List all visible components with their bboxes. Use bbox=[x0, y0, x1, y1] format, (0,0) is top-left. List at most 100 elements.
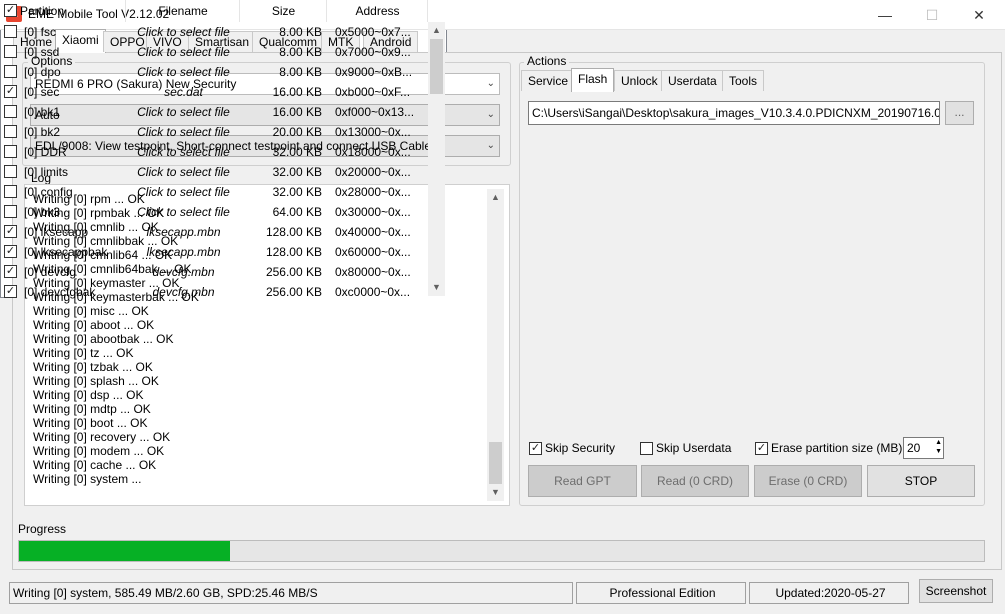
table-row[interactable]: [0] bk1 Click to select file 16.00 KB 0xf00… bbox=[0, 102, 428, 122]
table-row[interactable]: [0] dpo Click to select file 8.00 KB 0x9000… bbox=[0, 62, 428, 82]
table-row[interactable]: ✓ [0] lksecapp lksecapp.mbn 128.00 KB 0x4000… bbox=[0, 222, 428, 242]
table-row[interactable]: ✓ [0] devcfgbak devcfg.mbn 256.00 KB 0xc0000… bbox=[0, 282, 428, 302]
table-scroll-thumb[interactable] bbox=[430, 39, 443, 94]
row-checkbox[interactable] bbox=[4, 45, 17, 58]
row-checkbox[interactable] bbox=[4, 145, 17, 158]
filename-cell[interactable]: Click to select file bbox=[127, 182, 240, 202]
browse-button[interactable]: ... bbox=[945, 101, 974, 125]
partition-name: [0] sec bbox=[24, 85, 60, 99]
chevron-down-icon: ⌄ bbox=[486, 109, 495, 120]
header-size[interactable]: Size bbox=[241, 0, 327, 22]
subtab-service[interactable]: Service bbox=[521, 70, 576, 91]
address-cell: 0xf000~0x13... bbox=[335, 105, 415, 119]
filename-cell[interactable]: Click to select file bbox=[127, 122, 240, 142]
size-cell: 128.00 KB bbox=[265, 225, 322, 239]
erase-button[interactable]: Erase (0 CRD) bbox=[754, 465, 862, 497]
table-row[interactable]: [0] limits Click to select file 32.00 KB 0x… bbox=[0, 162, 428, 182]
filename-cell[interactable]: devcfg.mbn bbox=[127, 262, 240, 282]
row-checkbox[interactable]: ✓ bbox=[4, 225, 17, 238]
read-gpt-button[interactable]: Read GPT bbox=[528, 465, 637, 497]
partition-name: [0] ssd bbox=[24, 45, 60, 59]
erase-partition-checkbox[interactable]: ✓ bbox=[755, 442, 768, 455]
header-address[interactable]: Address bbox=[328, 0, 428, 22]
row-checkbox[interactable] bbox=[4, 105, 17, 118]
subtab-unlock[interactable]: Unlock bbox=[614, 70, 665, 91]
subtab-flash[interactable]: Flash bbox=[571, 68, 615, 92]
filename-cell[interactable]: lksecapp.mbn bbox=[127, 242, 240, 262]
read-button[interactable]: Read (0 CRD) bbox=[641, 465, 749, 497]
row-checkbox[interactable] bbox=[4, 125, 17, 138]
row-checkbox[interactable] bbox=[4, 25, 17, 38]
filename-cell[interactable]: Click to select file bbox=[127, 142, 240, 162]
header-partition[interactable]: ✓ Partition bbox=[0, 0, 126, 22]
maximize-button[interactable]: ☐ bbox=[909, 0, 955, 30]
skip-security-label[interactable]: Skip Security bbox=[545, 441, 615, 455]
log-scroll-thumb[interactable] bbox=[489, 442, 502, 484]
progress-bar bbox=[18, 540, 985, 562]
progress-fill bbox=[19, 541, 231, 561]
scroll-up-icon[interactable]: ▲ bbox=[487, 189, 504, 206]
subtab-tools[interactable]: Tools bbox=[722, 70, 765, 91]
row-checkbox[interactable]: ✓ bbox=[4, 85, 17, 98]
filename-cell[interactable]: Click to select file bbox=[127, 22, 240, 42]
log-line: Writing [0] splash ... OK bbox=[33, 374, 159, 388]
filename-cell[interactable]: Click to select file bbox=[127, 42, 240, 62]
partition-name: [0] bk1 bbox=[24, 105, 61, 119]
table-row[interactable]: ✓ [0] sec sec.dat 16.00 KB 0xb000~0xF... bbox=[0, 82, 428, 102]
filename-cell[interactable]: lksecapp.mbn bbox=[127, 222, 240, 242]
chevron-down-icon: ⌄ bbox=[486, 140, 495, 151]
row-checkbox[interactable] bbox=[4, 205, 17, 218]
filename-cell[interactable]: Click to select file bbox=[127, 162, 240, 182]
address-cell: 0x28000~0x... bbox=[335, 185, 411, 199]
row-checkbox[interactable] bbox=[4, 165, 17, 178]
log-line: Writing [0] mdtp ... OK bbox=[33, 402, 151, 416]
table-row[interactable]: ✓ [0] devcfg devcfg.mbn 256.00 KB 0x80000~0x… bbox=[0, 262, 428, 282]
filename-cell[interactable]: Click to select file bbox=[127, 202, 240, 222]
skip-userdata-checkbox[interactable] bbox=[640, 442, 653, 455]
skip-security-checkbox[interactable]: ✓ bbox=[529, 442, 542, 455]
row-checkbox[interactable] bbox=[4, 65, 17, 78]
partition-name: [0] lksecapp bbox=[24, 225, 89, 239]
table-row[interactable]: [0] DDR Click to select file 32.00 KB 0x180… bbox=[0, 142, 428, 162]
log-line: Writing [0] recovery ... OK bbox=[33, 430, 171, 444]
filename-cell[interactable]: Click to select file bbox=[127, 62, 240, 82]
row-checkbox[interactable]: ✓ bbox=[4, 265, 17, 278]
size-cell: 256.00 KB bbox=[265, 265, 322, 279]
partition-table[interactable]: ✓ Partition Filename Size Address [0] fs… bbox=[0, 0, 447, 302]
select-all-checkbox[interactable]: ✓ bbox=[4, 4, 17, 17]
stepper-arrows-icon[interactable]: ▲ ▼ bbox=[935, 438, 942, 456]
table-row[interactable]: [0] bk3 Click to select file 64.00 KB 0x300… bbox=[0, 202, 428, 222]
filename-cell[interactable]: sec.dat bbox=[127, 82, 240, 102]
scroll-down-icon[interactable]: ▼ bbox=[428, 279, 445, 296]
erase-size-stepper[interactable]: 20 ▲ ▼ bbox=[903, 437, 944, 459]
table-row[interactable]: [0] ssd Click to select file 8.00 KB 0x7000… bbox=[0, 42, 428, 62]
table-row[interactable]: [0] bk2 Click to select file 20.00 KB 0x130… bbox=[0, 122, 428, 142]
close-button[interactable]: ✕ bbox=[956, 0, 1002, 30]
log-scrollbar[interactable]: ▲ ▼ bbox=[487, 189, 504, 501]
scroll-up-icon[interactable]: ▲ bbox=[428, 22, 445, 39]
size-cell: 8.00 KB bbox=[279, 25, 322, 39]
minimize-button[interactable]: — bbox=[862, 0, 908, 30]
log-line: Writing [0] tz ... OK bbox=[33, 346, 134, 360]
size-cell: 256.00 KB bbox=[265, 285, 322, 299]
row-checkbox[interactable]: ✓ bbox=[4, 245, 17, 258]
header-filename[interactable]: Filename bbox=[127, 0, 240, 22]
erase-size-value[interactable]: 20 bbox=[907, 441, 920, 455]
row-checkbox[interactable] bbox=[4, 185, 17, 198]
table-scrollbar[interactable]: ▲ ▼ bbox=[428, 22, 445, 296]
table-row[interactable]: [0] fsc Click to select file 8.00 KB 0x5000… bbox=[0, 22, 428, 42]
scroll-down-icon[interactable]: ▼ bbox=[487, 484, 504, 501]
subtab-userdata[interactable]: Userdata bbox=[661, 70, 724, 91]
filename-cell[interactable]: Click to select file bbox=[127, 102, 240, 122]
stop-button[interactable]: STOP bbox=[867, 465, 975, 497]
skip-userdata-label[interactable]: Skip Userdata bbox=[656, 441, 731, 455]
screenshot-button[interactable]: Screenshot bbox=[919, 579, 993, 603]
filename-cell[interactable]: devcfg.mbn bbox=[127, 282, 240, 302]
table-row[interactable]: [0] config Click to select file 32.00 KB 0x… bbox=[0, 182, 428, 202]
row-checkbox[interactable]: ✓ bbox=[4, 285, 17, 298]
erase-partition-label[interactable]: Erase partition size (MB) bbox=[771, 441, 902, 455]
size-cell: 16.00 KB bbox=[272, 105, 322, 119]
size-cell: 8.00 KB bbox=[279, 45, 322, 59]
table-row[interactable]: ✓ [0] lksecappbak lksecapp.mbn 128.00 KB 0x6… bbox=[0, 242, 428, 262]
firmware-path-input[interactable]: C:\Users\iSangai\Desktop\sakura_images_V… bbox=[528, 101, 940, 125]
